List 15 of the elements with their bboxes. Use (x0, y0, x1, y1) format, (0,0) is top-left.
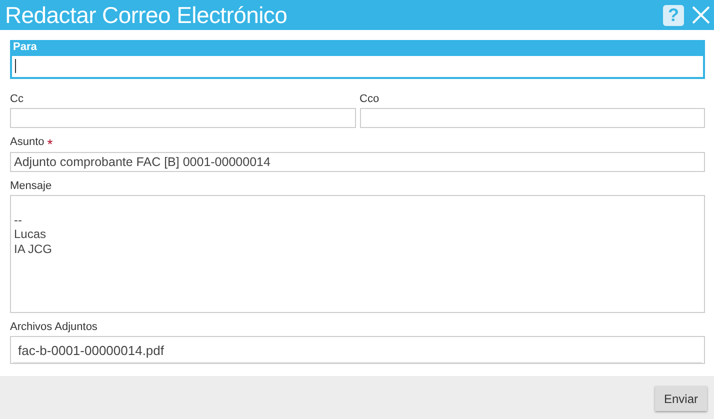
window-title: Redactar Correo Electrónico (5, 2, 288, 28)
message-field[interactable]: -- Lucas IA JCG (10, 195, 705, 313)
field-label: Asunto (10, 136, 44, 149)
text-field[interactable]: Adjunto comprobante FAC [B] 0001-00000014 (10, 152, 705, 172)
close-icon[interactable] (692, 6, 710, 24)
text-field[interactable] (10, 108, 356, 128)
required-mark: * (47, 136, 53, 152)
text-field[interactable] (10, 54, 705, 79)
text-field[interactable] (360, 108, 705, 128)
field-label: Cco (360, 93, 380, 105)
field-label: Para (10, 40, 705, 54)
field-label: Cc (10, 93, 24, 105)
field-label: Archivos Adjuntos (10, 321, 98, 333)
send-button[interactable]: Enviar (654, 386, 707, 411)
field-label: Mensaje (10, 180, 52, 192)
